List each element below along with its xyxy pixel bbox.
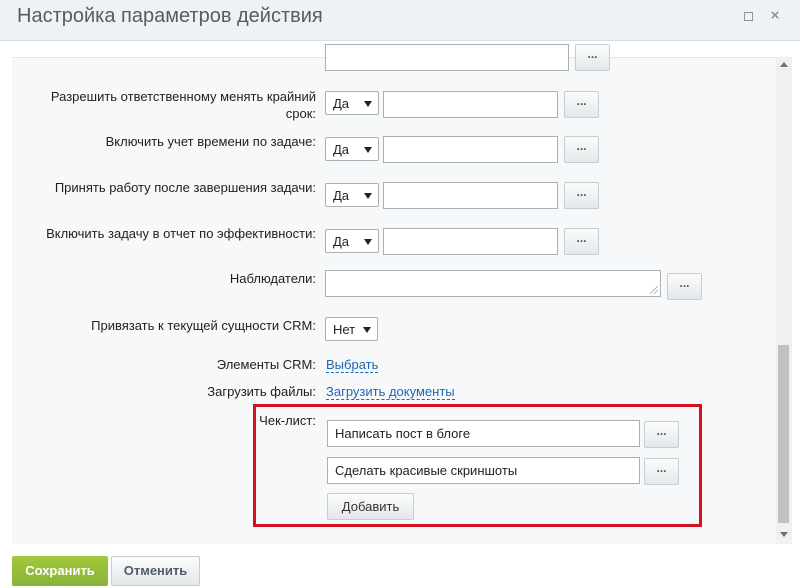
checklist-item-input[interactable]: Сделать красивые скриншоты [327,457,640,484]
efficiency-report-label: Включить задачу в отчет по эффективности… [46,226,316,241]
time-tracking-more-button[interactable]: ... [564,136,599,163]
efficiency-report-input[interactable] [383,228,558,255]
accept-after-completion-input[interactable] [383,182,558,209]
scroll-down-arrow-icon[interactable] [780,532,788,537]
crm-binding-label: Привязать к текущей сущности CRM: [91,318,316,333]
upload-documents-link[interactable]: Загрузить документы [326,384,455,400]
observers-more-button[interactable]: ... [667,273,702,300]
time-tracking-input[interactable] [383,136,558,163]
crm-binding-select-value: Нет [333,322,356,337]
maximize-icon[interactable] [741,9,755,23]
efficiency-report-select[interactable]: Да [325,229,379,253]
allow-deadline-change-select[interactable]: Да [325,91,379,115]
scroll-up-arrow-icon[interactable] [780,62,788,67]
chevron-down-icon [363,327,371,333]
checklist-item-more-button[interactable]: ... [644,421,679,448]
checklist-item-more-button[interactable]: ... [644,458,679,485]
efficiency-report-more-button[interactable]: ... [564,228,599,255]
accept-after-completion-select[interactable]: Да [325,183,379,207]
cancel-button[interactable]: Отменить [111,556,200,586]
dialog-title: Настройка параметров действия [17,5,323,27]
save-button[interactable]: Сохранить [12,556,108,586]
allow-deadline-change-input[interactable] [383,91,558,118]
allow-deadline-change-label: Разрешить ответственному менять крайний … [50,89,316,121]
dialog-titlebar: Настройка параметров действия × [0,0,800,41]
crm-elements-select-link[interactable]: Выбрать [326,357,379,373]
accept-after-completion-select-value: Да [333,188,350,203]
accept-after-completion-more-button[interactable]: ... [564,182,599,209]
scroll-thumb[interactable] [778,345,789,523]
checklist-item-input[interactable]: Написать пост в блоге [327,420,640,447]
checklist-label: Чек-лист: [259,413,316,428]
allow-deadline-change-more-button[interactable]: ... [564,91,599,118]
time-tracking-label: Включить учет времени по задаче: [105,134,316,149]
crm-elements-label: Элементы CRM: [216,357,316,372]
allow-deadline-change-select-value: Да [333,96,350,111]
efficiency-report-select-value: Да [333,234,350,249]
observers-textarea[interactable] [325,270,661,297]
vertical-scrollbar[interactable] [776,57,792,544]
crm-binding-select[interactable]: Нет [325,317,378,341]
chevron-down-icon [364,101,372,107]
chevron-down-icon [364,147,372,153]
chevron-down-icon [364,193,372,199]
accept-after-completion-label: Принять работу после завершения задачи: [54,180,316,195]
time-tracking-select-value: Да [333,142,350,157]
observers-label: Наблюдатели: [229,271,316,286]
time-tracking-select[interactable]: Да [325,137,379,161]
top-partial-input[interactable] [325,44,569,71]
resize-handle-icon[interactable] [650,286,658,294]
checklist-add-button[interactable]: Добавить [327,493,414,520]
upload-files-label: Загрузить файлы: [207,384,316,399]
top-partial-more-button[interactable]: ... [575,44,610,71]
close-icon[interactable]: × [768,8,782,23]
chevron-down-icon [364,239,372,245]
